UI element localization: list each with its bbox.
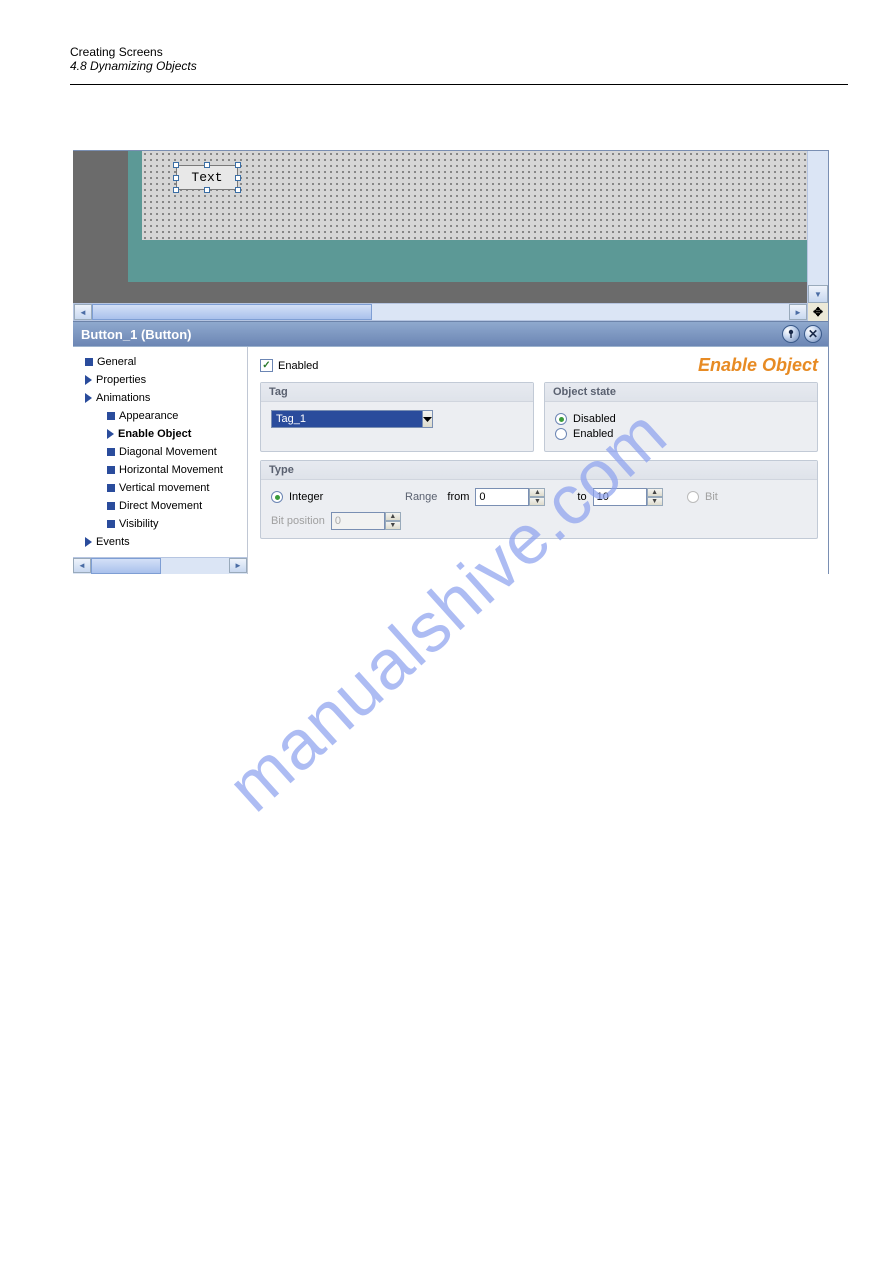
tree-item-animations[interactable]: Animations [73,389,245,407]
canvas-horizontal-scrollbar[interactable]: ◄ ► [73,303,808,321]
bit-position-field: ▲ ▼ [331,512,401,530]
state-enabled-label: Enabled [573,428,613,440]
object-state-group-header: Object state [545,383,817,402]
dropdown-icon[interactable] [423,410,433,428]
enabled-label: Enabled [278,360,318,372]
type-bit-radio [687,491,699,503]
design-canvas[interactable]: Text ▼ [73,151,828,303]
close-icon[interactable]: ✕ [804,325,822,343]
panel-title: Button_1 (Button) [81,327,191,342]
scroll-thumb[interactable] [91,558,161,574]
type-bit-label: Bit [705,491,718,503]
state-enabled-radio[interactable] [555,428,567,440]
canvas-button-label: Text [191,170,222,185]
pin-icon[interactable] [782,325,800,343]
spin-up-icon[interactable]: ▲ [647,488,663,497]
scroll-down-icon[interactable]: ▼ [808,285,828,303]
to-label: to [577,491,586,503]
tree-item-general[interactable]: General [73,353,245,371]
scroll-thumb[interactable] [92,304,372,320]
spin-down-icon[interactable]: ▼ [647,497,663,506]
enabled-checkbox[interactable]: ✓ [260,359,273,372]
tag-group-header: Tag [261,383,533,402]
form-page-title: Enable Object [318,355,818,376]
spin-down-icon: ▼ [385,521,401,530]
range-to-field[interactable]: ▲ ▼ [593,488,663,506]
tree-item-enable-object[interactable]: Enable Object [73,425,245,443]
tree-item-diagonal-movement[interactable]: Diagonal Movement [73,443,245,461]
spin-up-icon[interactable]: ▲ [529,488,545,497]
from-label: from [447,491,469,503]
tree-item-events[interactable]: Events [73,533,245,551]
type-integer-radio[interactable] [271,491,283,503]
state-disabled-label: Disabled [573,413,616,425]
scroll-left-icon[interactable]: ◄ [73,558,91,573]
app-frame: Text ▼ ◄ ► ✥ [73,150,829,574]
tree-item-properties[interactable]: Properties [73,371,245,389]
scroll-right-icon[interactable]: ► [789,304,807,320]
bit-position-label: Bit position [271,515,325,527]
page-header-subtitle: 4.8 Dynamizing Objects [70,59,848,73]
tree-horizontal-scrollbar[interactable]: ◄ ► [73,557,247,574]
tag-combobox[interactable] [271,410,411,428]
page-header-title: Creating Screens [70,45,848,59]
canvas-button-widget[interactable]: Text [176,165,238,190]
bit-position-input [331,512,385,530]
spin-up-icon: ▲ [385,512,401,521]
tree-item-vertical-movement[interactable]: Vertical movement [73,479,245,497]
property-tree: General Properties Animations Appearance… [73,347,247,557]
spin-down-icon[interactable]: ▼ [529,497,545,506]
move-icon[interactable]: ✥ [808,303,828,321]
canvas-vertical-scrollbar[interactable]: ▼ [807,151,828,303]
range-from-input[interactable] [475,488,529,506]
tree-item-horizontal-movement[interactable]: Horizontal Movement [73,461,245,479]
type-integer-label: Integer [289,491,323,503]
range-to-input[interactable] [593,488,647,506]
scroll-left-icon[interactable]: ◄ [74,304,92,320]
tag-input[interactable] [271,410,423,428]
tree-item-visibility[interactable]: Visibility [73,515,245,533]
range-from-field[interactable]: ▲ ▼ [475,488,545,506]
state-disabled-radio[interactable] [555,413,567,425]
type-group-header: Type [261,461,817,480]
range-label: Range [405,491,437,503]
tree-item-appearance[interactable]: Appearance [73,407,245,425]
scroll-right-icon[interactable]: ► [229,558,247,573]
tree-item-direct-movement[interactable]: Direct Movement [73,497,245,515]
